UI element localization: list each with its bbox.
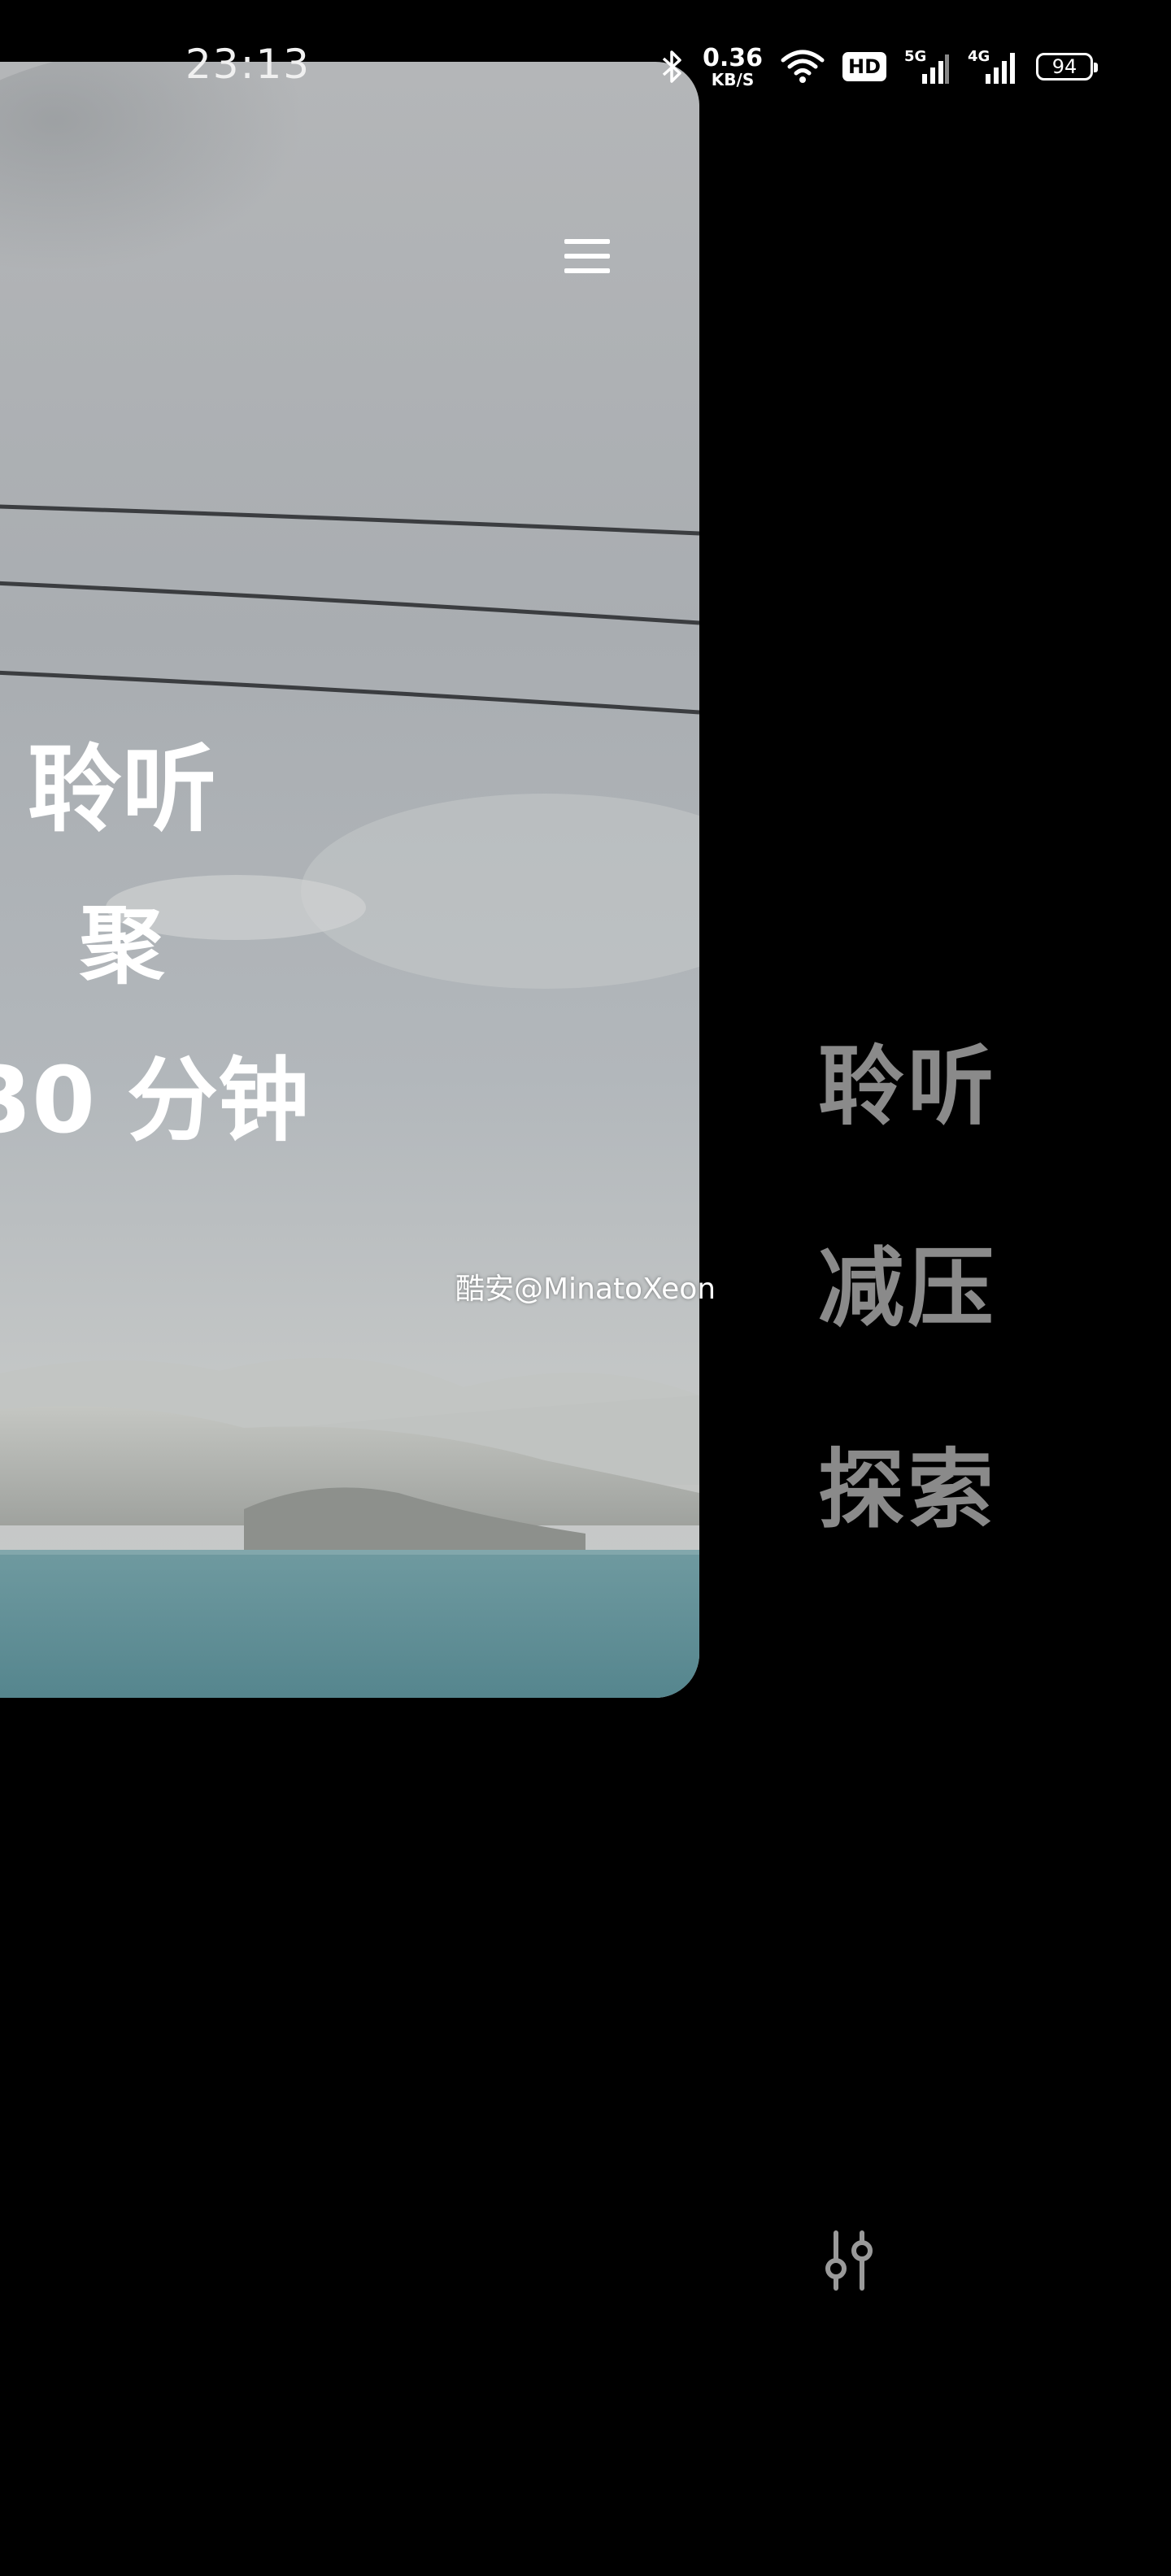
session-duration[interactable]: 30 分钟 bbox=[0, 1044, 309, 1158]
battery-level: 94 bbox=[1051, 55, 1077, 78]
watermark: 酷安@MinatoXeon bbox=[455, 1273, 716, 1306]
side-navigation: 聆听 减压 探索 bbox=[699, 0, 1171, 2576]
battery-icon: 94 bbox=[1036, 53, 1099, 80]
wifi-icon bbox=[781, 50, 825, 83]
nav-item-listen[interactable]: 聆听 bbox=[818, 1034, 997, 1140]
background-landscape-image bbox=[0, 62, 699, 1698]
signal-4g-icon: 4G bbox=[968, 48, 1016, 84]
signal-5g-label: 5G bbox=[904, 48, 926, 65]
status-icons: 0.36 KB/S HD 5G 4G 94 bbox=[660, 42, 1099, 91]
nav-item-explore[interactable]: 探索 bbox=[818, 1438, 997, 1543]
net-speed-unit: KB/S bbox=[711, 69, 755, 89]
hamburger-menu-icon[interactable] bbox=[564, 236, 612, 276]
signal-4g-label: 4G bbox=[968, 48, 990, 65]
status-bar: 23:13 0.36 KB/S HD 5G 4G 94 bbox=[0, 0, 1171, 130]
player-card[interactable]: 聆听 聚 30 分钟 bbox=[0, 62, 699, 1698]
mode-title: 聆听 bbox=[28, 735, 216, 845]
net-speed-value: 0.36 bbox=[703, 43, 764, 72]
network-speed: 0.36 KB/S bbox=[703, 46, 763, 88]
nav-item-relax[interactable]: 减压 bbox=[818, 1236, 997, 1342]
app-screen: 23:13 0.36 KB/S HD 5G 4G 94 聆听 减压 探索 聆听 … bbox=[0, 0, 1171, 2576]
equalizer-icon[interactable] bbox=[820, 2228, 878, 2293]
mode-subtitle: 聚 bbox=[79, 896, 164, 995]
hd-voice-icon: HD bbox=[842, 52, 887, 81]
bluetooth-icon bbox=[662, 50, 681, 83]
status-time: 23:13 bbox=[185, 41, 311, 88]
signal-5g-icon: 5G bbox=[904, 48, 950, 84]
